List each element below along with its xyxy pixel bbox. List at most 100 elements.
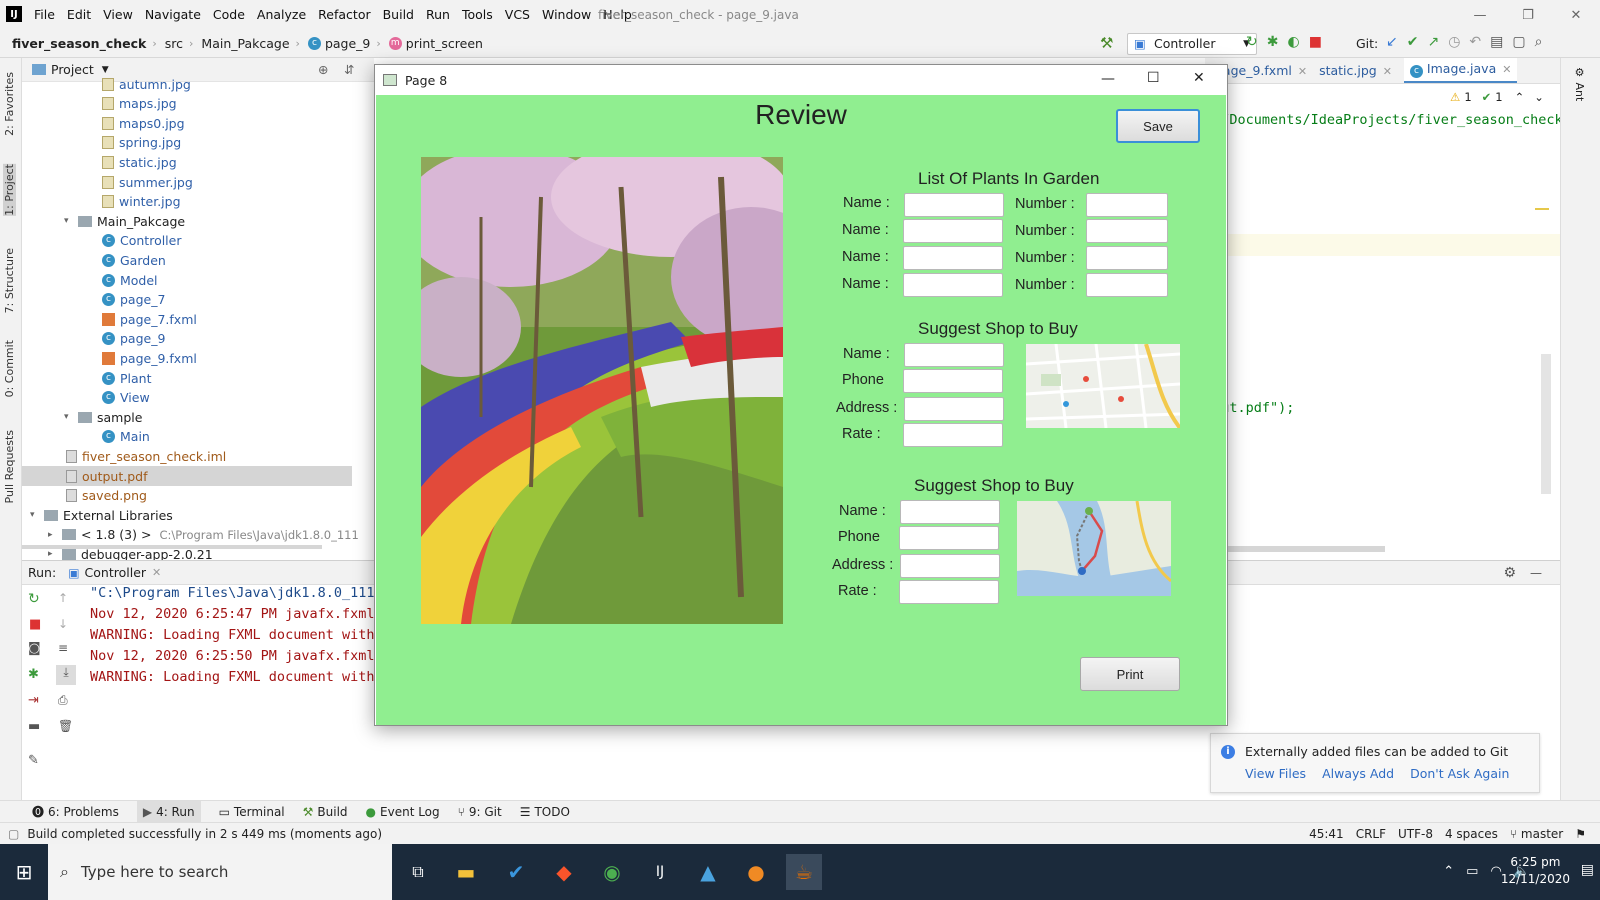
tree-item[interactable]: spring.jpg [102,133,181,153]
tree-item[interactable]: c page_7 [102,290,165,310]
breadcrumb-project[interactable]: fiver_season_check [12,36,146,51]
plant-number-input-1[interactable] [1086,193,1168,217]
tab-todo[interactable]: ☰ TODO [520,805,570,819]
status-square-icon[interactable]: ▢ [8,827,19,841]
menu-analyze[interactable]: Analyze [257,7,306,22]
tab-event-log[interactable]: ● Event Log [366,805,440,819]
git-update-icon[interactable]: ↙ [1386,34,1398,50]
notifications-icon[interactable]: ▤ [1581,862,1594,878]
tree-item[interactable]: maps0.jpg [102,113,185,133]
chevron-down-icon[interactable]: ▾ [64,412,78,422]
menu-file[interactable]: File [34,7,55,22]
editor-horizontal-scrollbar[interactable] [1205,546,1385,552]
status-message[interactable]: Build completed successfully in 2 s 449 … [27,827,382,841]
horizontal-scrollbar[interactable] [22,545,322,549]
run-tab-controller[interactable]: Controller [85,565,147,580]
indent-setting[interactable]: 4 spaces [1445,827,1498,841]
plant-name-input-2[interactable] [903,219,1003,243]
tree-item[interactable]: c View [102,388,150,408]
trash-icon[interactable]: 🗑 [58,719,73,733]
shop1-name-input[interactable] [904,343,1004,367]
tree-item[interactable]: output.pdf [22,466,352,486]
project-tab[interactable]: 1: Project [3,164,16,216]
maximize-icon[interactable]: ❐ [1504,0,1552,30]
always-add-link[interactable]: Always Add [1322,766,1394,781]
close-icon[interactable]: ✕ [1552,0,1600,30]
chevron-right-icon[interactable]: ▸ [48,530,62,540]
save-button[interactable]: Save [1116,109,1200,143]
tab-run[interactable]: ▶ 4: Run [136,800,201,823]
plant-name-input-4[interactable] [903,273,1003,297]
view-files-link[interactable]: View Files [1245,766,1306,781]
tree-item[interactable]: maps.jpg [102,94,177,114]
settings-gear-icon[interactable]: ⚙ [1503,565,1516,581]
exit-icon[interactable]: ⇥ [28,693,39,708]
menu-tools[interactable]: Tools [462,7,493,22]
chevron-down-icon[interactable]: ▾ [64,216,78,226]
print-button[interactable]: Print [1080,657,1180,691]
tree-item[interactable]: c Garden [102,250,166,270]
chevron-down-icon[interactable]: ▼ [102,65,109,75]
arrow-down-icon[interactable]: ↓ [58,617,68,631]
tree-item[interactable]: ▾ sample [64,407,142,427]
code-editor[interactable]: ⚠ 1 ✔ 1 ⌃ ⌄ er/Documents/IdeaProjects/five… [1205,84,1571,554]
tree-item[interactable]: ▾ External Libraries [30,505,173,525]
app-orange-icon[interactable]: ● [738,854,774,890]
chevron-up-icon[interactable]: ⌃ [1443,864,1454,879]
search-icon[interactable]: ⌕ [1535,34,1543,50]
menu-vcs[interactable]: VCS [505,7,530,22]
plant-name-input-1[interactable] [904,193,1004,217]
plant-name-input-3[interactable] [903,246,1003,270]
taskbar-search[interactable]: ⌕ Type here to search [48,844,392,900]
menu-navigate[interactable]: Navigate [145,7,201,22]
brave-browser-icon[interactable]: ◆ [546,854,582,890]
event-icon[interactable]: ⚑ [1575,827,1586,841]
tree-item[interactable]: ▸ < 1.8 (3) > C:\Program Files\Java\jdk1.8… [48,525,359,545]
photos-icon[interactable]: ▲ [690,854,726,890]
plant-number-input-2[interactable] [1086,219,1168,243]
stop-icon[interactable]: ■ [1309,34,1322,50]
tree-item[interactable]: c Model [102,270,158,290]
project-structure-icon[interactable]: ▤ [1490,34,1503,50]
tree-item[interactable]: c page_9 [102,329,165,349]
debug-icon[interactable]: ✱ [28,667,39,682]
shop2-name-input[interactable] [900,500,1000,524]
minimize-icon[interactable]: — [1101,71,1115,87]
caret-position[interactable]: 45:41 [1309,827,1344,841]
shop2-phone-input[interactable] [899,526,999,550]
scroll-to-end-icon[interactable]: ⤓ [56,665,76,685]
menu-code[interactable]: Code [213,7,245,22]
pull-requests-tab[interactable]: Pull Requests [3,430,16,503]
close-icon[interactable]: ✕ [1193,70,1205,86]
git-push-icon[interactable]: ↗ [1427,34,1439,50]
close-tab-icon[interactable]: ✕ [152,566,161,579]
rerun-icon[interactable]: ↻ [1246,34,1258,50]
line-separator[interactable]: CRLF [1356,827,1386,841]
structure-tab[interactable]: 7: Structure [3,248,16,313]
tab-build[interactable]: ⚒ Build [303,805,348,819]
build-hammer-icon[interactable]: ⚒ [1100,34,1113,52]
toolbox-icon[interactable]: ▢ [1512,34,1525,50]
minimize-icon[interactable]: — [1456,0,1504,30]
breadcrumb-package[interactable]: Main_Pakcage [201,36,289,51]
shop1-rate-input[interactable] [903,423,1003,447]
locate-icon[interactable]: ⊕ [318,62,328,77]
arrow-up-icon[interactable]: ↑ [58,591,68,605]
tab-static-jpg[interactable]: static.jpg ✕ [1319,63,1392,78]
java-app-icon[interactable]: ☕ [786,854,822,890]
tab-image-java[interactable]: c Image.java ✕ [1403,58,1518,83]
windows-start-icon[interactable]: ⊞ [6,854,42,890]
menu-refactor[interactable]: Refactor [318,7,370,22]
inspection-widget[interactable]: ⚠ 1 ✔ 1 ⌃ ⌄ [1450,90,1544,104]
shop1-address-input[interactable] [904,397,1004,421]
breadcrumb-src[interactable]: src [165,36,183,51]
maximize-icon[interactable]: ☐ [1147,70,1160,86]
favorites-tab[interactable]: 2: Favorites [3,72,16,136]
chrome-icon[interactable]: ◉ [594,854,630,890]
chevron-right-icon[interactable]: ▸ [48,549,62,559]
debug-icon[interactable]: ✱ [1267,34,1279,50]
menu-run[interactable]: Run [426,7,450,22]
menu-build[interactable]: Build [383,7,414,22]
tree-item[interactable]: saved.png [66,486,147,506]
tree-item[interactable]: ▾ Main_Pakcage [64,211,185,231]
